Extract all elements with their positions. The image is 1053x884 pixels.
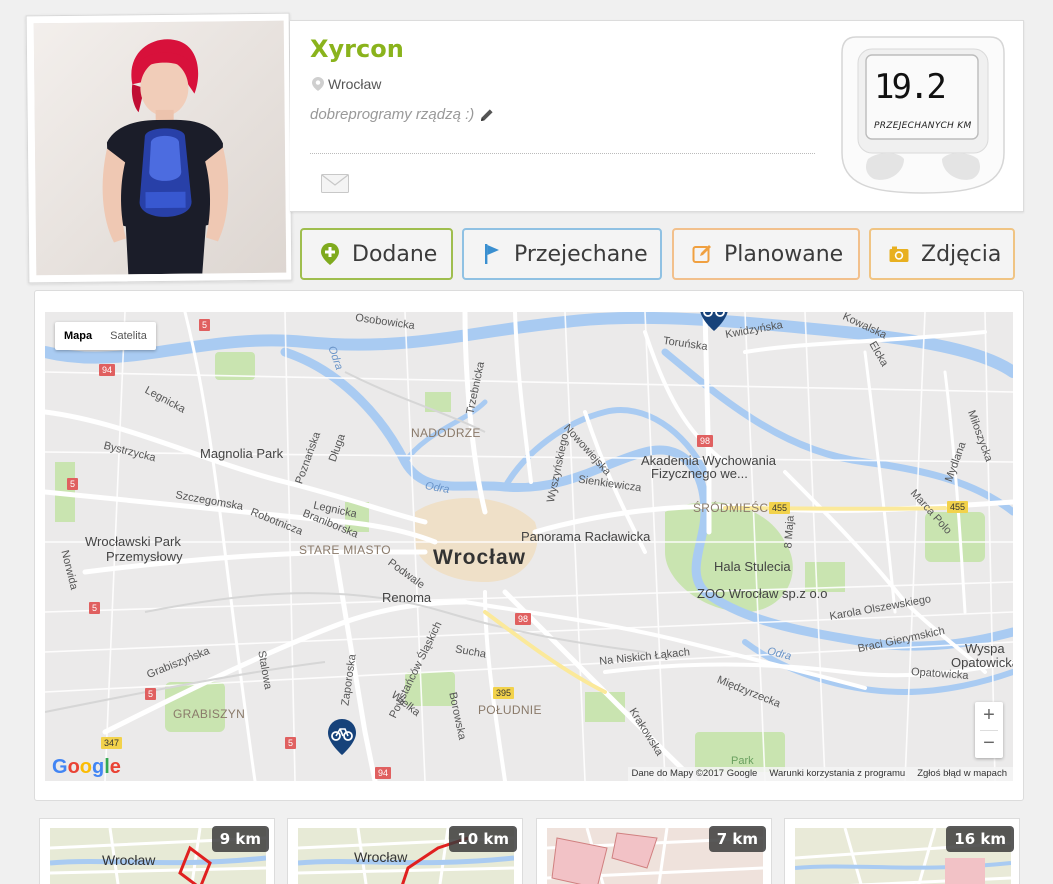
google-logo[interactable]: Google: [52, 756, 121, 779]
road-shield: 98: [697, 435, 714, 447]
map-place-label: Park: [731, 755, 754, 767]
road-shield: 5: [67, 478, 79, 490]
route-distance-badge: 16 km: [946, 826, 1014, 852]
bicycle-marker-icon[interactable]: [699, 312, 729, 332]
bicycle-marker-icon[interactable]: [327, 718, 357, 756]
route-card[interactable]: Wrocław 9 km: [39, 818, 275, 884]
route-distance-badge: 7 km: [708, 826, 766, 852]
map-district-label: GRABISZYN: [173, 707, 246, 721]
tab-planowane[interactable]: Planowane: [672, 228, 860, 280]
location-pin-icon: [312, 77, 324, 91]
road-shield: 5: [89, 602, 101, 614]
distance-odometer: 19.2 PRZEJECHANYCH KM: [838, 33, 1008, 197]
map-place-label: Przemysłowy: [106, 549, 183, 564]
map-panel: NADODRZE ŚRÓDMIEŚCIE STARE MIASTO POŁUDN…: [34, 290, 1024, 801]
tab-planowane-label: Planowane: [724, 241, 844, 267]
map-place-label: Hala Stulecia: [714, 559, 791, 574]
map-district-label: ŚRÓDMIEŚCIE: [693, 501, 781, 515]
map-place-label: ZOO Wrocław sp.z o.o: [697, 586, 828, 601]
map-district-label: STARE MIASTO: [299, 543, 391, 557]
camera-icon: [889, 246, 909, 262]
route-distance-badge: 10 km: [449, 826, 517, 852]
map-city-label: Wrocław: [433, 546, 526, 569]
road-shield: 395: [493, 687, 515, 699]
road-shield: 455: [947, 501, 969, 513]
map-data-credit: Dane do Mapy ©2017 Google: [631, 768, 758, 779]
map-report-link[interactable]: Zgłoś błąd w mapach: [917, 768, 1007, 781]
map-place-label: Magnolia Park: [200, 446, 284, 461]
route-thumbnail-label: Wrocław: [102, 852, 156, 868]
username[interactable]: Xyrcon: [310, 35, 404, 63]
envelope-icon[interactable]: [321, 174, 349, 193]
zoom-in-button[interactable]: +: [975, 702, 1003, 730]
location-label: Wrocław: [328, 76, 382, 92]
road-shield: 98: [515, 613, 532, 625]
zoom-out-button[interactable]: −: [975, 730, 1003, 758]
pencil-icon[interactable]: [480, 108, 494, 122]
distance-label: PRZEJECHANYCH KM: [874, 121, 972, 131]
tab-dodane-label: Dodane: [352, 241, 438, 267]
tab-zdjecia-label: Zdjęcia: [921, 241, 1002, 267]
map-street-label: 8 Maja: [782, 515, 797, 549]
road-shield: 94: [99, 364, 116, 376]
road-shield: 347: [101, 737, 123, 749]
route-distance-badge: 9 km: [211, 826, 269, 852]
profile-card: Xyrcon Wrocław dobreprogramy rządzą :) 1…: [290, 20, 1024, 212]
avatar: [33, 20, 287, 276]
map-district-label: POŁUDNIE: [478, 703, 542, 717]
tab-przejechane-label: Przejechane: [514, 241, 648, 267]
route-card[interactable]: 16 km: [784, 818, 1020, 884]
map-type-mapa[interactable]: Mapa: [55, 322, 101, 350]
map-place-label: Panorama Racławicka: [521, 529, 651, 544]
map-attribution: Dane do Mapy ©2017 Google Warunki korzys…: [627, 767, 1013, 781]
bio-text: dobreprogramy rządzą :): [310, 106, 475, 123]
bio: dobreprogramy rządzą :): [310, 106, 494, 123]
edit-square-icon: [692, 245, 711, 263]
location: Wrocław: [312, 76, 381, 92]
zoom-control: + −: [975, 702, 1003, 758]
profile-divider: [310, 153, 815, 154]
tab-dodane[interactable]: Dodane: [300, 228, 453, 280]
tab-przejechane[interactable]: Przejechane: [462, 228, 662, 280]
distance-value: 19.2: [874, 67, 947, 107]
plus-pin-icon: [321, 243, 339, 265]
tab-zdjecia[interactable]: Zdjęcia: [869, 228, 1015, 280]
road-shield: 5: [199, 319, 211, 331]
road-shield: 5: [145, 688, 157, 700]
map-place-label: Opatowicka: [951, 655, 1013, 670]
road-shield: 455: [769, 502, 791, 514]
flag-icon: [485, 244, 499, 264]
road-shield: 94: [375, 767, 392, 779]
map-type-control: Mapa Satelita: [55, 322, 156, 350]
map-district-label: NADODRZE: [411, 426, 481, 440]
route-card[interactable]: Wrocław 10 km: [287, 818, 523, 884]
map-place-label: Fizycznego we...: [651, 466, 748, 481]
map-terms-link[interactable]: Warunki korzystania z programu: [769, 768, 905, 781]
route-map[interactable]: NADODRZE ŚRÓDMIEŚCIE STARE MIASTO POŁUDN…: [45, 312, 1013, 781]
map-place-label: Wyspa: [965, 641, 1005, 656]
map-place-label: Wrocławski Park: [85, 534, 181, 549]
route-card[interactable]: 7 km: [536, 818, 772, 884]
map-place-label: Renoma: [382, 590, 432, 605]
map-type-satelita[interactable]: Satelita: [101, 322, 156, 350]
road-shield: 5: [285, 737, 297, 749]
route-thumbnail-label: Wrocław: [354, 849, 408, 865]
profile-avatar-frame: [25, 12, 293, 284]
